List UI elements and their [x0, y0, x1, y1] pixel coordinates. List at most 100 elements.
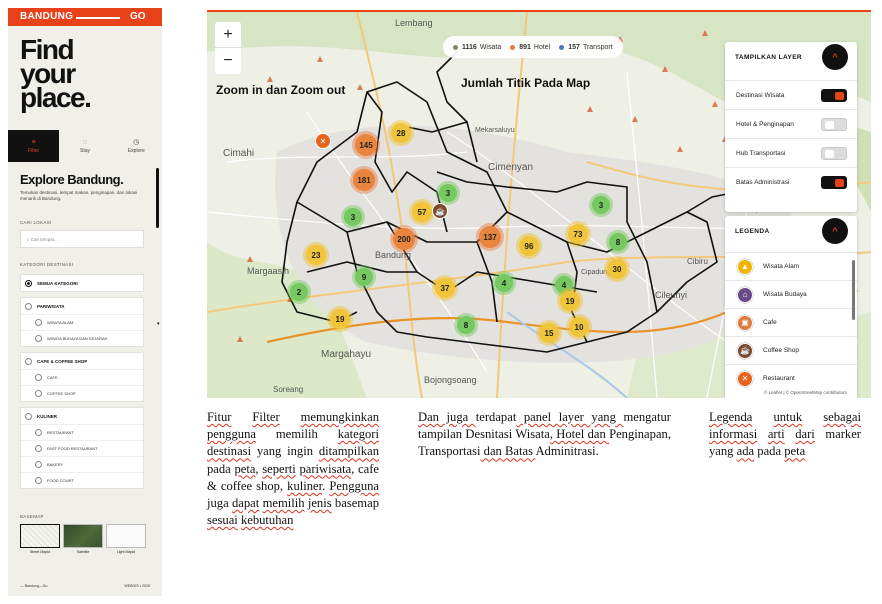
map-cluster[interactable]: 19 — [557, 288, 583, 314]
radio[interactable] — [35, 461, 42, 468]
map-cluster[interactable]: 73 — [565, 221, 591, 247]
map-cluster[interactable]: 19 — [327, 306, 353, 332]
map-cluster[interactable]: 4 — [492, 271, 516, 295]
category-title: PARIWISATA — [37, 303, 65, 309]
layer-toggle-switch[interactable] — [821, 117, 847, 131]
basemap-street[interactable]: Street Mapid — [20, 524, 60, 554]
map-cluster[interactable]: 200 — [390, 225, 418, 253]
caption-word: , Hotel dan — [549, 427, 610, 442]
radio[interactable] — [35, 374, 42, 381]
layer-toggle-switch[interactable] — [821, 175, 847, 189]
radio[interactable] — [35, 319, 42, 326]
zoom-in-button[interactable]: + — [215, 22, 241, 48]
map-cluster[interactable]: 3 — [436, 181, 460, 205]
radio-selected[interactable] — [25, 279, 32, 287]
radio[interactable] — [35, 445, 42, 452]
caption-word: Dan juga — [418, 410, 476, 424]
tab-filter[interactable]: ≡ Filter — [8, 130, 60, 162]
footer-brand: — Bandung—Go — [20, 584, 48, 588]
mountain-icon: ▲ — [737, 258, 753, 275]
radio[interactable] — [25, 302, 32, 310]
radio[interactable] — [35, 335, 42, 342]
restaurant-marker[interactable]: ✕ — [315, 133, 331, 149]
category-label: KATEGORI DESTINASI — [20, 262, 74, 267]
category-row[interactable]: PARIWISATA — [21, 298, 143, 314]
caption-word: peta — [784, 444, 806, 459]
subcategory-item[interactable]: CAFE — [21, 369, 143, 385]
category-pariwisata: PARIWISATA WISATA ALAM WISATA BUDAYA DAN… — [20, 297, 144, 347]
map-cluster[interactable]: 8 — [454, 313, 478, 337]
map-cluster[interactable]: 37 — [432, 275, 458, 301]
radio[interactable] — [35, 390, 42, 397]
map-cluster[interactable]: 9 — [352, 265, 376, 289]
category-all[interactable]: SEMUA KATEGORI — [20, 274, 144, 292]
explore-description: Temukan destinasi, tempat makan, pengina… — [20, 190, 138, 201]
category-title: CAFE & COFFEE SHOP — [37, 358, 88, 364]
legend-label: Wisata Alam — [763, 263, 800, 270]
radio[interactable] — [25, 357, 32, 365]
basemap-thumbnail — [106, 524, 146, 548]
map-cluster[interactable]: 30 — [604, 256, 630, 282]
subcategory-item[interactable]: RESTAURANT — [21, 424, 143, 440]
layer-toggle-switch[interactable] — [821, 146, 847, 160]
map-cluster[interactable]: 3 — [589, 193, 613, 217]
category-filter-list: SEMUA KATEGORI PARIWISATA WISATA ALAM WI… — [20, 274, 144, 494]
map-cluster[interactable]: 145 — [352, 131, 380, 159]
sidebar-scrollbar[interactable] — [156, 168, 159, 228]
legend-scrollbar[interactable] — [852, 260, 855, 320]
tab-explore[interactable]: ◷ Explore — [111, 130, 162, 162]
annotation-zoom: Zoom in dan Zoom out — [216, 83, 346, 97]
map-cluster[interactable]: 15 — [536, 320, 562, 346]
caption-filter: Fitur Filter memungkinkan pengguna memil… — [207, 410, 380, 528]
explore-icon: ◷ — [133, 139, 140, 146]
legend-item: ✕ Restaurant — [725, 364, 857, 392]
subcategory-item[interactable]: COFFEE SHOP — [21, 385, 143, 401]
caption-word: jenis — [307, 496, 332, 511]
stat-transport: 157 Transport — [559, 44, 613, 51]
basemap-satellite[interactable]: Satellite — [63, 524, 103, 554]
subcategory-item[interactable]: WISATA BUDAYA DAN SEJARAH — [21, 330, 143, 346]
map-cluster[interactable]: 23 — [303, 242, 329, 268]
subcategory-item[interactable]: WISATA ALAM — [21, 314, 143, 330]
search-input[interactable]: ⌕ Cari tempat... — [20, 230, 144, 248]
legend-panel-collapse-button[interactable]: ^ — [822, 218, 848, 244]
basemap-light[interactable]: Light Mapid — [106, 524, 146, 554]
brand-suffix: GO — [130, 11, 146, 22]
layer-toggle-switch[interactable] — [821, 88, 847, 102]
subcategory-item[interactable]: FAST FOOD RESTAURANT — [21, 440, 143, 456]
map-cluster[interactable]: 137 — [476, 223, 504, 251]
caption-word: Legenda — [709, 410, 753, 424]
restaurant-icon: ✕ — [737, 370, 753, 387]
legend-item: ▣ Cafe — [725, 308, 857, 336]
map-cluster[interactable]: 8 — [606, 230, 630, 254]
place-label: Cimahi — [223, 148, 254, 159]
map-cluster[interactable]: 3 — [341, 205, 365, 229]
coffee-marker[interactable]: ☕ — [432, 203, 448, 219]
radio[interactable] — [35, 477, 42, 484]
legend-item: ☕ Coffee Shop — [725, 336, 857, 364]
category-row[interactable]: CAFE & COFFEE SHOP — [21, 353, 143, 369]
category-label-all: SEMUA KATEGORI — [37, 280, 78, 286]
map-cluster[interactable]: 96 — [516, 233, 542, 259]
radio[interactable] — [25, 412, 32, 420]
subcategory-item[interactable]: BAKERY — [21, 456, 143, 472]
map-cluster[interactable]: 2 — [287, 280, 311, 304]
transport-dot-icon — [559, 44, 565, 50]
layer-label: Hub Transportasi — [736, 149, 786, 157]
subcategory-item[interactable]: FOOD COURT — [21, 472, 143, 488]
basemap-thumbnail — [20, 524, 60, 548]
map-attribution[interactable]: © Leaflet | © OpenStreetMap contributors — [762, 390, 849, 395]
place-label: Lembang — [395, 18, 433, 28]
radio[interactable] — [35, 429, 42, 436]
map-cluster[interactable]: 181 — [350, 166, 378, 194]
stat-wisata: 1116 Wisata — [453, 44, 501, 51]
layer-panel-collapse-button[interactable]: ^ — [822, 44, 848, 70]
category-row[interactable]: KULINER — [21, 408, 143, 424]
scroll-down-icon[interactable]: ▾ — [157, 321, 160, 327]
tab-stay[interactable]: ◌ Stay — [59, 130, 110, 162]
caption-word: seperti — [262, 461, 296, 476]
map-view[interactable]: Lembang Cimahi Cimenyan Margahayu Bojong… — [207, 12, 871, 398]
map-cluster[interactable]: 28 — [388, 120, 414, 146]
zoom-out-button[interactable]: − — [215, 48, 241, 74]
map-cluster[interactable]: 10 — [566, 314, 592, 340]
